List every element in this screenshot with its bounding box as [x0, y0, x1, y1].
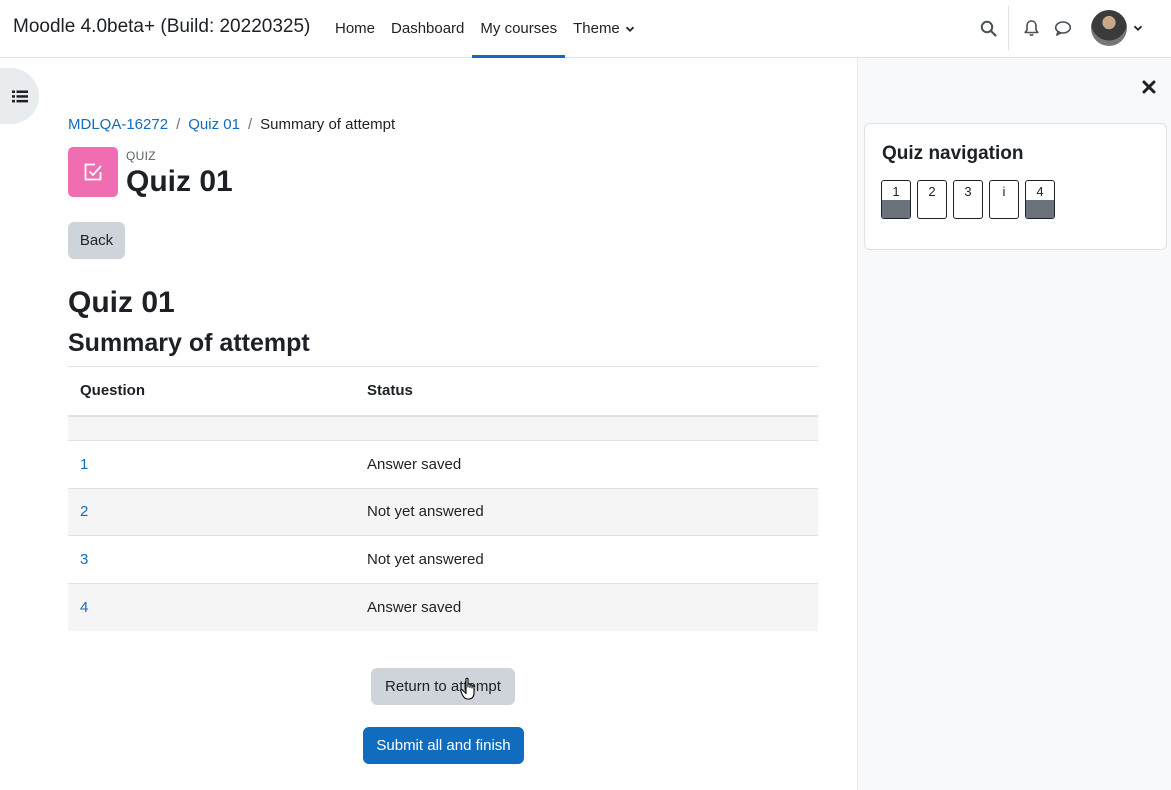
site-name[interactable]: Moodle 4.0beta+ (Build: 20220325)	[13, 16, 310, 38]
table-row: 1 Answer saved	[68, 440, 818, 488]
course-index-toggle[interactable]	[0, 68, 39, 124]
question-link[interactable]: 3	[80, 551, 88, 568]
return-to-attempt-button[interactable]: Return to attempt	[371, 668, 515, 705]
quiz-nav-button-label: 2	[928, 184, 936, 199]
answered-indicator	[882, 200, 910, 218]
quiz-nav-button[interactable]: 2	[917, 180, 947, 219]
table-row: 3 Not yet answered	[68, 535, 818, 583]
quiz-nav-button-label: i	[1002, 184, 1006, 199]
submit-all-and-finish-button[interactable]: Submit all and finish	[363, 727, 524, 764]
activity-type-label: QUIZ	[126, 149, 156, 163]
quiz-navigation-title: Quiz navigation	[882, 143, 1024, 164]
chat-bubble-icon[interactable]	[1052, 17, 1074, 39]
quiz-nav-button-label: 1	[892, 184, 900, 199]
table-section-row	[68, 415, 818, 441]
quiz-activity-icon	[68, 147, 118, 197]
attempt-summary-table: Question Status 1 Answer saved 2 Not yet…	[68, 366, 818, 631]
quiz-nav-button[interactable]: 1	[881, 180, 911, 219]
question-status: Not yet answered	[355, 487, 818, 536]
close-icon[interactable]	[1141, 79, 1157, 95]
quiz-nav-button[interactable]: i	[989, 180, 1019, 219]
question-status: Answer saved	[355, 582, 818, 631]
question-status: Not yet answered	[355, 535, 818, 583]
breadcrumb-current: Summary of attempt	[260, 116, 396, 133]
quiz-navigation-buttons: 1 2 3 i 4	[881, 180, 1055, 219]
nav-item-label: Home	[335, 20, 376, 37]
answered-indicator	[1026, 200, 1054, 218]
nav-item-label: My courses	[480, 20, 558, 37]
list-icon	[11, 90, 28, 102]
quiz-navigation-block: Quiz navigation 1 2 3 i 4	[864, 123, 1167, 250]
activity-title: Quiz 01	[126, 165, 233, 198]
primary-navigation: Home Dashboard My courses Theme	[327, 0, 643, 58]
page-title: Quiz 01	[68, 286, 175, 319]
question-link[interactable]: 4	[80, 599, 88, 616]
quiz-navigation-drawer: Quiz navigation 1 2 3 i 4	[857, 58, 1171, 790]
table-row: 4 Answer saved	[68, 582, 818, 631]
top-navbar: Moodle 4.0beta+ (Build: 20220325) Home D…	[0, 0, 1171, 58]
breadcrumb-quiz-link[interactable]: Quiz 01	[188, 116, 240, 133]
bell-icon[interactable]	[1020, 17, 1042, 39]
page-subtitle: Summary of attempt	[68, 329, 310, 357]
nav-item-theme[interactable]: Theme	[565, 0, 643, 57]
quiz-nav-button-label: 3	[964, 184, 972, 199]
back-button[interactable]: Back	[68, 222, 125, 259]
breadcrumb-separator: /	[176, 116, 181, 133]
question-link[interactable]: 2	[80, 503, 88, 520]
question-link[interactable]: 1	[80, 456, 88, 473]
navbar-divider	[1008, 6, 1009, 50]
nav-item-label: Theme	[573, 20, 620, 37]
quiz-nav-button[interactable]: 3	[953, 180, 983, 219]
search-icon[interactable]	[977, 17, 999, 39]
table-header-row: Question Status	[68, 366, 818, 417]
checkbox-icon	[84, 163, 102, 181]
chevron-down-icon[interactable]	[1133, 23, 1143, 33]
avatar[interactable]	[1091, 10, 1127, 46]
breadcrumb-separator: /	[247, 116, 253, 133]
nav-item-label: Dashboard	[391, 20, 465, 37]
nav-item-my-courses[interactable]: My courses	[472, 0, 565, 58]
chevron-down-icon	[625, 26, 634, 32]
nav-item-dashboard[interactable]: Dashboard	[383, 0, 472, 57]
question-status: Answer saved	[355, 440, 818, 488]
table-row: 2 Not yet answered	[68, 487, 818, 536]
column-header-status: Status	[355, 366, 818, 417]
breadcrumb: MDLQA-16272 / Quiz 01 / Summary of attem…	[68, 116, 395, 133]
quiz-nav-button-label: 4	[1036, 184, 1044, 199]
column-header-question: Question	[68, 366, 355, 417]
quiz-nav-button[interactable]: 4	[1025, 180, 1055, 219]
hand-pointer-icon	[460, 677, 475, 700]
breadcrumb-course-link[interactable]: MDLQA-16272	[68, 116, 168, 133]
nav-item-home[interactable]: Home	[327, 0, 383, 57]
